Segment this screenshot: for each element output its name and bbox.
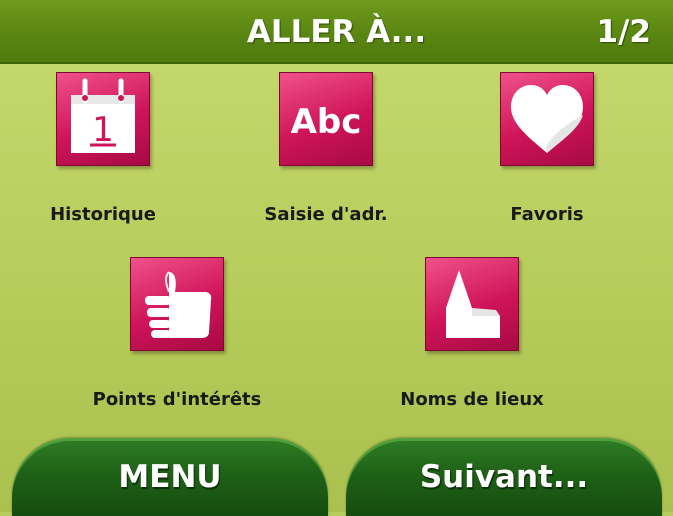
page-indicator: 1/2: [596, 14, 651, 50]
thumbs-up-icon: [130, 257, 224, 351]
saisie-adresse-button[interactable]: Abc Saisie d'adr.: [264, 72, 388, 225]
page-title: ALLER À...: [246, 14, 427, 50]
abc-icon-text: Abc: [291, 102, 362, 142]
heart-icon: [500, 72, 594, 166]
menu-button[interactable]: MENU: [12, 438, 328, 516]
noms-de-lieux-label: Noms de lieux: [400, 389, 544, 410]
points-interets-label: Points d'intérêts: [92, 389, 262, 410]
noms-de-lieux-button[interactable]: Noms de lieux: [400, 257, 544, 410]
favoris-label: Favoris: [510, 204, 584, 225]
suivant-button[interactable]: Suivant...: [346, 438, 662, 516]
calendar-icon: 1: [56, 72, 150, 166]
points-interets-button[interactable]: Points d'intérêts: [93, 257, 261, 410]
historique-button[interactable]: 1 Historique: [50, 72, 156, 225]
abc-text-icon: Abc: [279, 72, 373, 166]
title-bar: ALLER À... 1/2: [0, 0, 673, 64]
favoris-button[interactable]: Favoris: [500, 72, 594, 225]
house-icon: [425, 257, 519, 351]
